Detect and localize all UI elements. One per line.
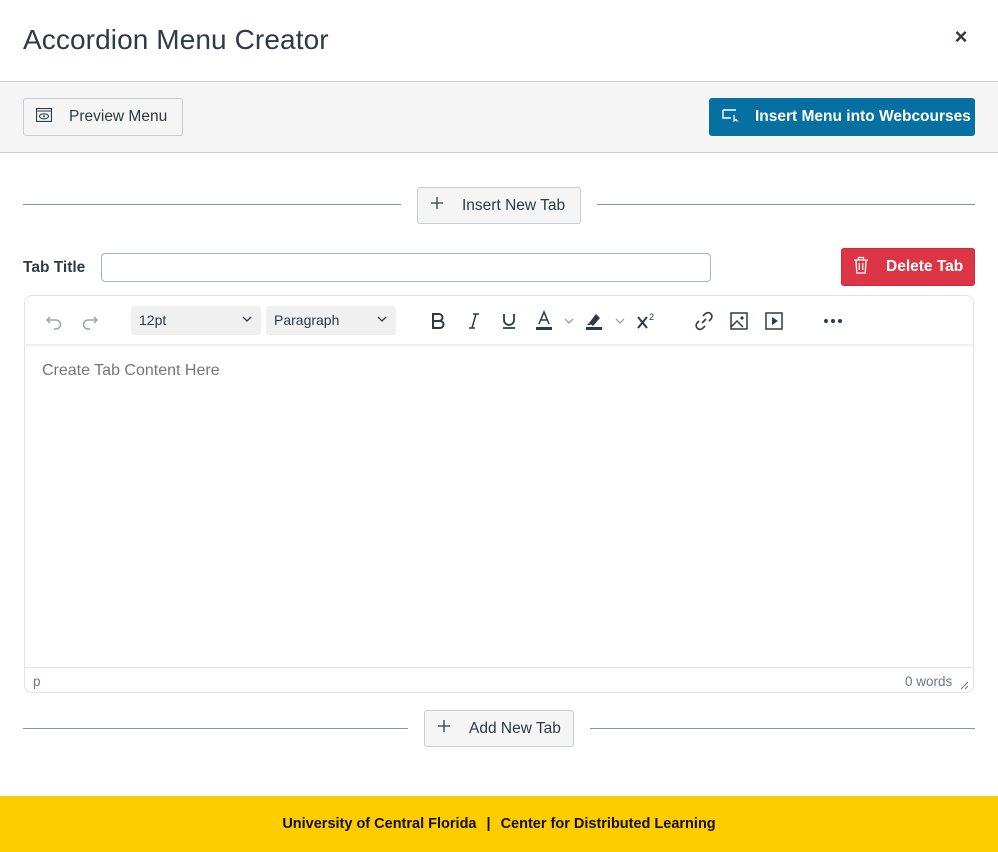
italic-icon[interactable] <box>462 309 486 333</box>
redo-icon[interactable] <box>78 309 102 333</box>
element-path[interactable]: p <box>33 674 41 689</box>
svg-text:2: 2 <box>649 312 654 322</box>
rich-text-editor: 12pt Paragraph 2 Create Tab Content Here… <box>24 295 974 693</box>
footer-banner: University of Central Florida | Center f… <box>0 796 998 852</box>
tab-title-input[interactable] <box>101 253 711 282</box>
footer-separator: | <box>486 816 491 832</box>
divider-right-bottom <box>590 728 975 729</box>
trash-icon <box>853 256 869 279</box>
highlight-color-icon[interactable] <box>582 309 606 333</box>
insert-new-tab-label: Insert New Tab <box>462 196 566 214</box>
chevron-down-icon[interactable] <box>557 309 581 333</box>
delete-tab-button[interactable]: Delete Tab <box>841 248 975 286</box>
footer-cdl-link[interactable]: Center for Distributed Learning <box>501 816 716 832</box>
divider-right-top <box>597 204 975 205</box>
chevron-down-icon <box>241 312 253 328</box>
close-button[interactable]: × <box>948 24 974 50</box>
more-options-icon[interactable] <box>821 309 845 333</box>
add-new-tab-button[interactable]: Add New Tab <box>424 710 574 747</box>
divider-left-bottom <box>23 728 408 729</box>
image-icon[interactable] <box>727 309 751 333</box>
insert-window-icon <box>722 108 741 127</box>
chevron-down-icon[interactable] <box>608 309 632 333</box>
chevron-down-icon <box>376 312 388 328</box>
superscript-icon[interactable]: 2 <box>634 309 658 333</box>
media-icon[interactable] <box>762 309 786 333</box>
tab-title-label: Tab Title <box>23 259 86 276</box>
modal-header: Accordion Menu Creator × <box>0 0 998 82</box>
eye-icon <box>35 107 53 127</box>
action-toolbar: Preview Menu Insert Menu into Webcourses <box>0 82 998 153</box>
page-title: Accordion Menu Creator <box>23 24 329 55</box>
delete-tab-label: Delete Tab <box>886 258 964 275</box>
add-new-tab-label: Add New Tab <box>469 719 561 737</box>
insert-into-webcourses-button[interactable]: Insert Menu into Webcourses <box>709 98 975 136</box>
block-format-value: Paragraph <box>274 312 340 328</box>
preview-menu-button[interactable]: Preview Menu <box>23 98 183 136</box>
undo-icon[interactable] <box>42 309 66 333</box>
editor-content-placeholder[interactable]: Create Tab Content Here <box>42 362 220 380</box>
link-icon[interactable] <box>692 309 716 333</box>
footer-ucf-link[interactable]: University of Central Florida <box>282 816 476 832</box>
insert-new-tab-button[interactable]: Insert New Tab <box>417 187 581 224</box>
editor-statusbar: p 0 words <box>25 667 973 692</box>
font-size-select[interactable]: 12pt <box>131 306 261 335</box>
resize-grip-icon[interactable] <box>960 678 969 692</box>
bold-icon[interactable] <box>426 309 450 333</box>
word-count: 0 words <box>905 674 953 689</box>
text-color-icon[interactable] <box>532 309 556 333</box>
divider-left-top <box>23 204 401 205</box>
editor-toolbar: 12pt Paragraph 2 <box>25 296 973 344</box>
font-size-value: 12pt <box>139 312 167 328</box>
plus-icon <box>437 719 451 738</box>
block-format-select[interactable]: Paragraph <box>266 306 396 335</box>
insert-into-webcourses-label: Insert Menu into Webcourses <box>755 108 971 125</box>
preview-menu-label: Preview Menu <box>69 108 168 125</box>
underline-icon[interactable] <box>497 309 521 333</box>
plus-icon <box>430 196 444 215</box>
